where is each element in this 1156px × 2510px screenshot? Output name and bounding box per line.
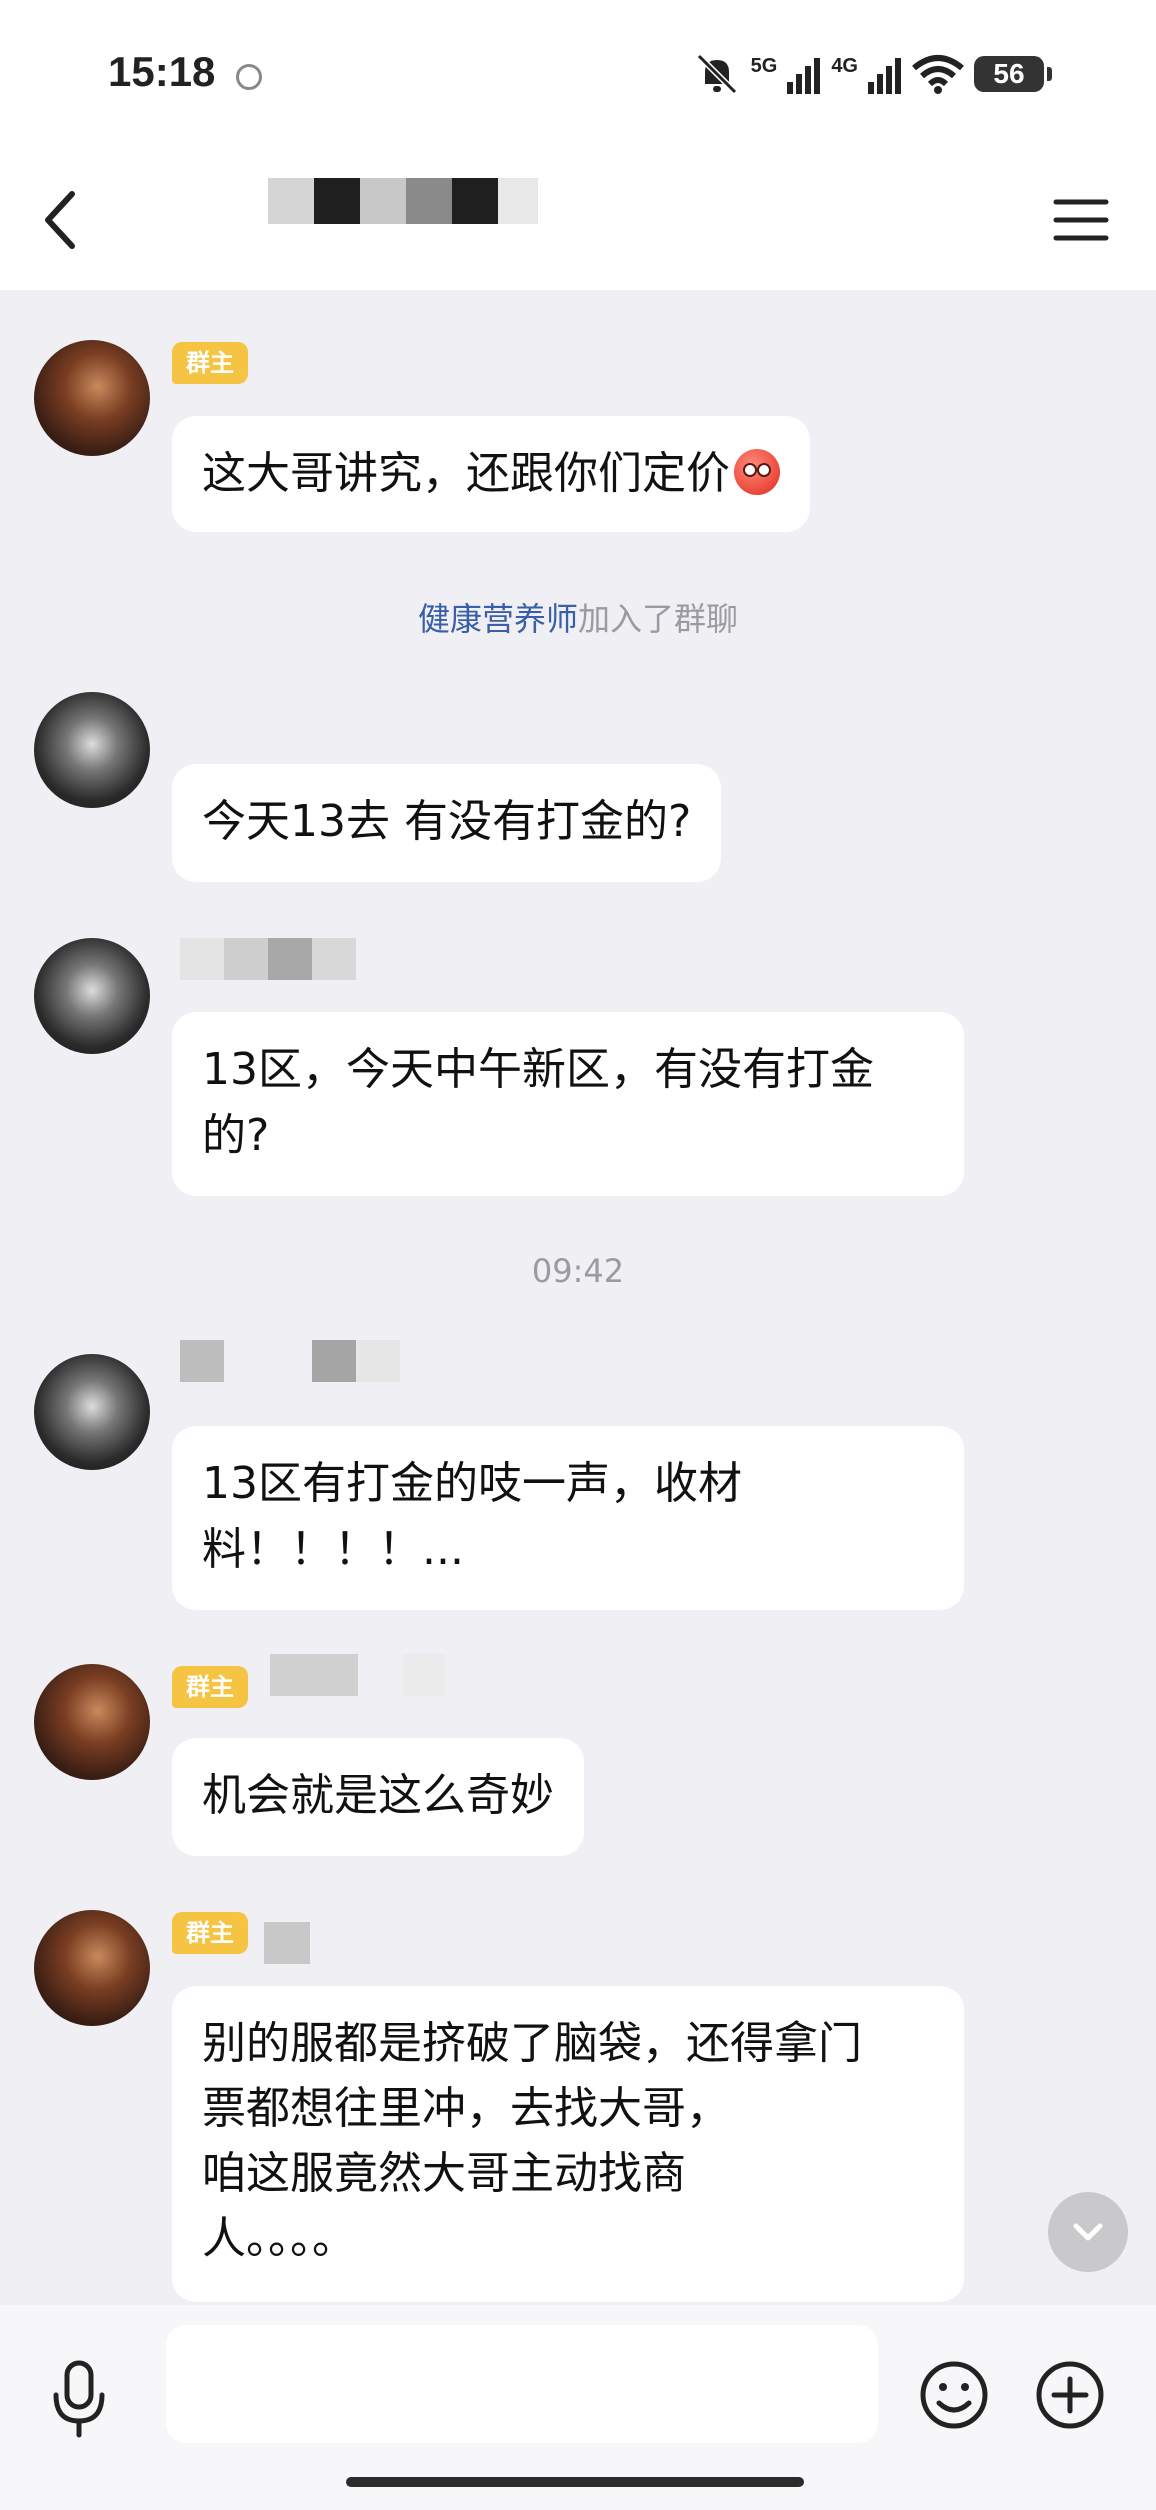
sender-name-redacted	[264, 1922, 310, 1964]
message-text-line: 料！！！！...	[202, 1524, 464, 1575]
network-4g-label: 4G	[831, 54, 858, 77]
battery-indicator: 56	[974, 56, 1052, 92]
message-bubble[interactable]: 13区有打金的吱一声，收材 料！！！！...	[172, 1426, 964, 1610]
status-indicators: 5G 4G 56	[693, 48, 1052, 100]
more-actions-button[interactable]	[1034, 2359, 1106, 2431]
message-text-line: 别的服都是挤破了脑袋，还得拿门	[202, 2018, 862, 2069]
message-bubble[interactable]: 今天13去 有没有打金的?	[172, 764, 722, 882]
avatar[interactable]	[34, 1664, 150, 1780]
smiley-face-icon	[920, 2361, 988, 2429]
emoji-button[interactable]	[918, 2359, 990, 2431]
message-text: 这大哥讲究，还跟你们定价	[202, 448, 730, 499]
message-text: 机会就是这么奇妙	[202, 1770, 554, 1821]
voice-input-button[interactable]	[48, 2359, 110, 2439]
chat-header	[0, 150, 1156, 290]
avatar[interactable]	[34, 1354, 150, 1470]
system-message-action: 加入了群聊	[578, 600, 739, 638]
chat-message-list[interactable]: 群主 这大哥讲究，还跟你们定价 健康营养师加入了群聊 今天13去 有没有打金的?	[0, 290, 1156, 2305]
signal-5g-icon	[787, 58, 821, 94]
message-input[interactable]	[166, 2325, 878, 2443]
sender-name-redacted	[270, 1654, 446, 1696]
joined-member-name[interactable]: 健康营养师	[418, 600, 578, 638]
avatar[interactable]	[34, 692, 150, 808]
avatar[interactable]	[34, 938, 150, 1054]
input-bar	[0, 2305, 1156, 2510]
mute-bell-icon	[696, 53, 737, 95]
chevron-down-icon	[1073, 2223, 1103, 2241]
home-indicator[interactable]	[346, 2477, 804, 2487]
owner-badge: 群主	[172, 342, 248, 384]
wifi-icon	[912, 55, 964, 94]
message-text-line: 的?	[202, 1110, 270, 1161]
alarm-icon	[236, 64, 262, 90]
group-title-redacted[interactable]	[268, 178, 538, 224]
message-text-line: 人。。。。	[202, 2213, 356, 2264]
message-bubble[interactable]: 13区，今天中午新区，有没有打金 的?	[172, 1012, 964, 1196]
sender-name-redacted	[180, 938, 356, 980]
message-text-line: 13区，今天中午新区，有没有打金	[202, 1044, 874, 1095]
time-separator: 09:42	[531, 1252, 625, 1290]
system-join-message: 健康营养师加入了群聊	[0, 594, 1156, 640]
hamburger-menu-icon	[1053, 199, 1109, 241]
message-text-line: 票都想往里冲，去找大哥，	[202, 2083, 730, 2134]
avatar[interactable]	[34, 1910, 150, 2026]
flushed-face-emoji-icon	[734, 449, 780, 495]
avatar[interactable]	[34, 340, 150, 456]
message-bubble[interactable]: 机会就是这么奇妙	[172, 1738, 584, 1856]
plus-circle-icon	[1036, 2361, 1104, 2429]
microphone-icon	[53, 2360, 105, 2438]
status-bar: 15:18 5G 4G 56	[0, 0, 1156, 150]
menu-button[interactable]	[1046, 190, 1116, 250]
message-text-line: 13区有打金的吱一声，收材	[202, 1458, 742, 1509]
message-bubble[interactable]: 这大哥讲究，还跟你们定价	[172, 416, 810, 532]
scroll-to-bottom-button[interactable]	[1048, 2192, 1128, 2272]
message-bubble[interactable]: 别的服都是挤破了脑袋，还得拿门 票都想往里冲，去找大哥， 咱这服竟然大哥主动找商…	[172, 1986, 964, 2302]
network-5g-label: 5G	[750, 54, 778, 77]
back-button[interactable]	[34, 180, 104, 260]
owner-badge: 群主	[172, 1666, 248, 1708]
chevron-left-icon	[45, 191, 75, 249]
owner-badge: 群主	[172, 1912, 248, 1954]
signal-4g-icon	[868, 58, 901, 94]
status-time: 15:18	[108, 48, 216, 95]
message-text: 今天13去 有没有打金的?	[202, 796, 692, 847]
message-text-line: 咱这服竟然大哥主动找商	[202, 2148, 686, 2199]
sender-name-redacted	[180, 1340, 400, 1382]
